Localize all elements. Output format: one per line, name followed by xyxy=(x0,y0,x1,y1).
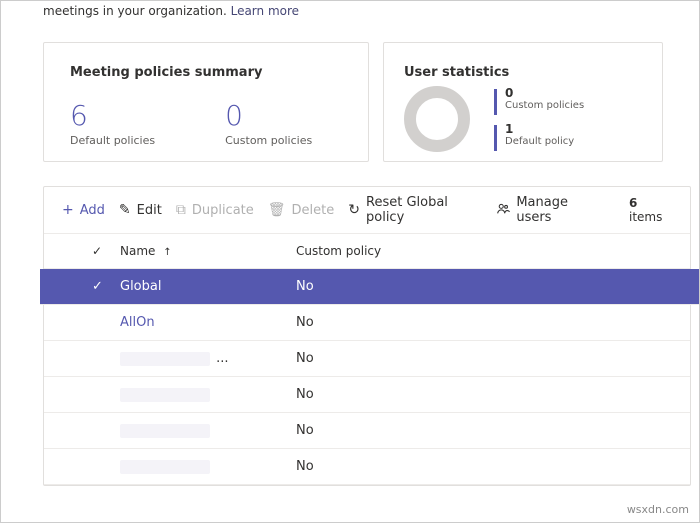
pencil-icon: ✎ xyxy=(119,203,131,217)
custom-policy-value: No xyxy=(296,423,672,438)
custom-policy-value: No xyxy=(296,387,672,402)
plus-icon: + xyxy=(62,203,74,217)
select-all-checkbox[interactable]: ✓ xyxy=(92,244,120,258)
default-policies-label: Default policies xyxy=(70,134,155,147)
edit-button[interactable]: ✎ Edit xyxy=(119,203,162,218)
summary-cards-row: Meeting policies summary 6 Default polic… xyxy=(5,18,699,186)
sort-ascending-icon: ↑ xyxy=(163,247,171,258)
stats-body: 0 Custom policies 1 Default policy xyxy=(404,86,646,152)
reset-label: Reset Global policy xyxy=(366,195,482,225)
ellipsis-icon: ... xyxy=(210,351,229,366)
custom-policies-metric: 0 Custom policies xyxy=(225,102,312,147)
redacted-name xyxy=(120,424,210,438)
default-policies-value: 6 xyxy=(70,102,155,130)
check-icon: ✓ xyxy=(92,279,103,294)
check-icon: ✓ xyxy=(92,244,102,258)
item-count-label: items xyxy=(629,210,662,224)
stats-legend: 0 Custom policies 1 Default policy xyxy=(494,87,584,151)
stats-default-line: 1 Default policy xyxy=(494,123,584,151)
intro-text: meetings in your organization. Learn mor… xyxy=(5,1,699,18)
policy-name-link[interactable]: Global xyxy=(120,279,296,294)
manage-label: Manage users xyxy=(516,195,601,225)
custom-policies-value: 0 xyxy=(225,102,312,130)
policies-table-card: + Add ✎ Edit ⧉ Duplicate 🗑 Delete ↻ Rese… xyxy=(43,186,691,486)
stats-card-title: User statistics xyxy=(404,65,646,80)
add-label: Add xyxy=(80,203,105,218)
meeting-policies-summary-card: Meeting policies summary 6 Default polic… xyxy=(43,42,369,162)
intro-fragment: meetings in your organization. xyxy=(43,4,227,18)
table-row[interactable]: ... No xyxy=(44,341,690,377)
policy-name-link[interactable]: ... xyxy=(120,351,296,366)
watermark-text: wsxdn.com xyxy=(627,503,689,516)
duplicate-label: Duplicate xyxy=(192,203,254,218)
legend-bar-icon xyxy=(494,89,497,115)
donut-chart-icon xyxy=(404,86,470,152)
item-count-number: 6 xyxy=(629,196,637,210)
table-header-row: ✓ Name ↑ Custom policy xyxy=(44,234,690,269)
stats-custom-line: 0 Custom policies xyxy=(494,87,584,115)
item-count: 6 items xyxy=(629,196,672,224)
policy-name-link[interactable] xyxy=(120,459,296,474)
table-body: ✓GlobalNoAllOnNo ...NoNoNoNo xyxy=(44,269,690,485)
redacted-name xyxy=(120,460,210,474)
trash-icon: 🗑 xyxy=(268,203,286,217)
custom-policies-label: Custom policies xyxy=(225,134,312,147)
summary-metrics: 6 Default policies 0 Custom policies xyxy=(70,102,344,147)
stats-custom-label: Custom policies xyxy=(505,100,584,111)
delete-button[interactable]: 🗑 Delete xyxy=(268,203,335,218)
user-statistics-card: User statistics 0 Custom policies 1 xyxy=(383,42,663,162)
table-row[interactable]: No xyxy=(44,449,690,485)
row-checkbox[interactable]: ✓ xyxy=(92,279,120,294)
duplicate-button[interactable]: ⧉ Duplicate xyxy=(176,203,254,218)
page-content: meetings in your organization. Learn mor… xyxy=(1,1,699,522)
manage-users-button[interactable]: Manage users xyxy=(496,195,601,225)
stats-custom-value: 0 xyxy=(505,87,584,100)
table-row[interactable]: No xyxy=(44,413,690,449)
custom-policy-value: No xyxy=(296,351,672,366)
stats-default-label: Default policy xyxy=(505,136,574,147)
edit-label: Edit xyxy=(137,203,162,218)
delete-label: Delete xyxy=(292,203,335,218)
policy-name-link[interactable] xyxy=(120,387,296,402)
stats-default-value: 1 xyxy=(505,123,574,136)
custom-policy-value: No xyxy=(296,315,672,330)
legend-bar-icon xyxy=(494,125,497,151)
policy-name-link[interactable] xyxy=(120,423,296,438)
policy-name-link[interactable]: AllOn xyxy=(120,315,296,330)
table-row[interactable]: AllOnNo xyxy=(44,305,690,341)
copy-icon: ⧉ xyxy=(176,203,186,217)
column-header-custom[interactable]: Custom policy xyxy=(296,244,672,258)
summary-card-title: Meeting policies summary xyxy=(70,65,344,80)
column-name-label: Name xyxy=(120,244,155,258)
redacted-name xyxy=(120,388,210,402)
table-toolbar: + Add ✎ Edit ⧉ Duplicate 🗑 Delete ↻ Rese… xyxy=(44,187,690,234)
default-policies-metric: 6 Default policies xyxy=(70,102,155,147)
reset-global-button[interactable]: ↻ Reset Global policy xyxy=(348,195,482,225)
learn-more-link[interactable]: Learn more xyxy=(231,4,299,18)
redacted-name xyxy=(120,352,210,366)
custom-policy-value: No xyxy=(296,459,672,474)
column-header-name[interactable]: Name ↑ xyxy=(120,244,296,258)
custom-policy-value: No xyxy=(296,279,699,294)
table-row[interactable]: No xyxy=(44,377,690,413)
refresh-icon: ↻ xyxy=(348,203,360,217)
table-row[interactable]: ✓ GlobalNo xyxy=(40,269,699,305)
people-icon xyxy=(496,202,510,219)
add-button[interactable]: + Add xyxy=(62,203,105,218)
